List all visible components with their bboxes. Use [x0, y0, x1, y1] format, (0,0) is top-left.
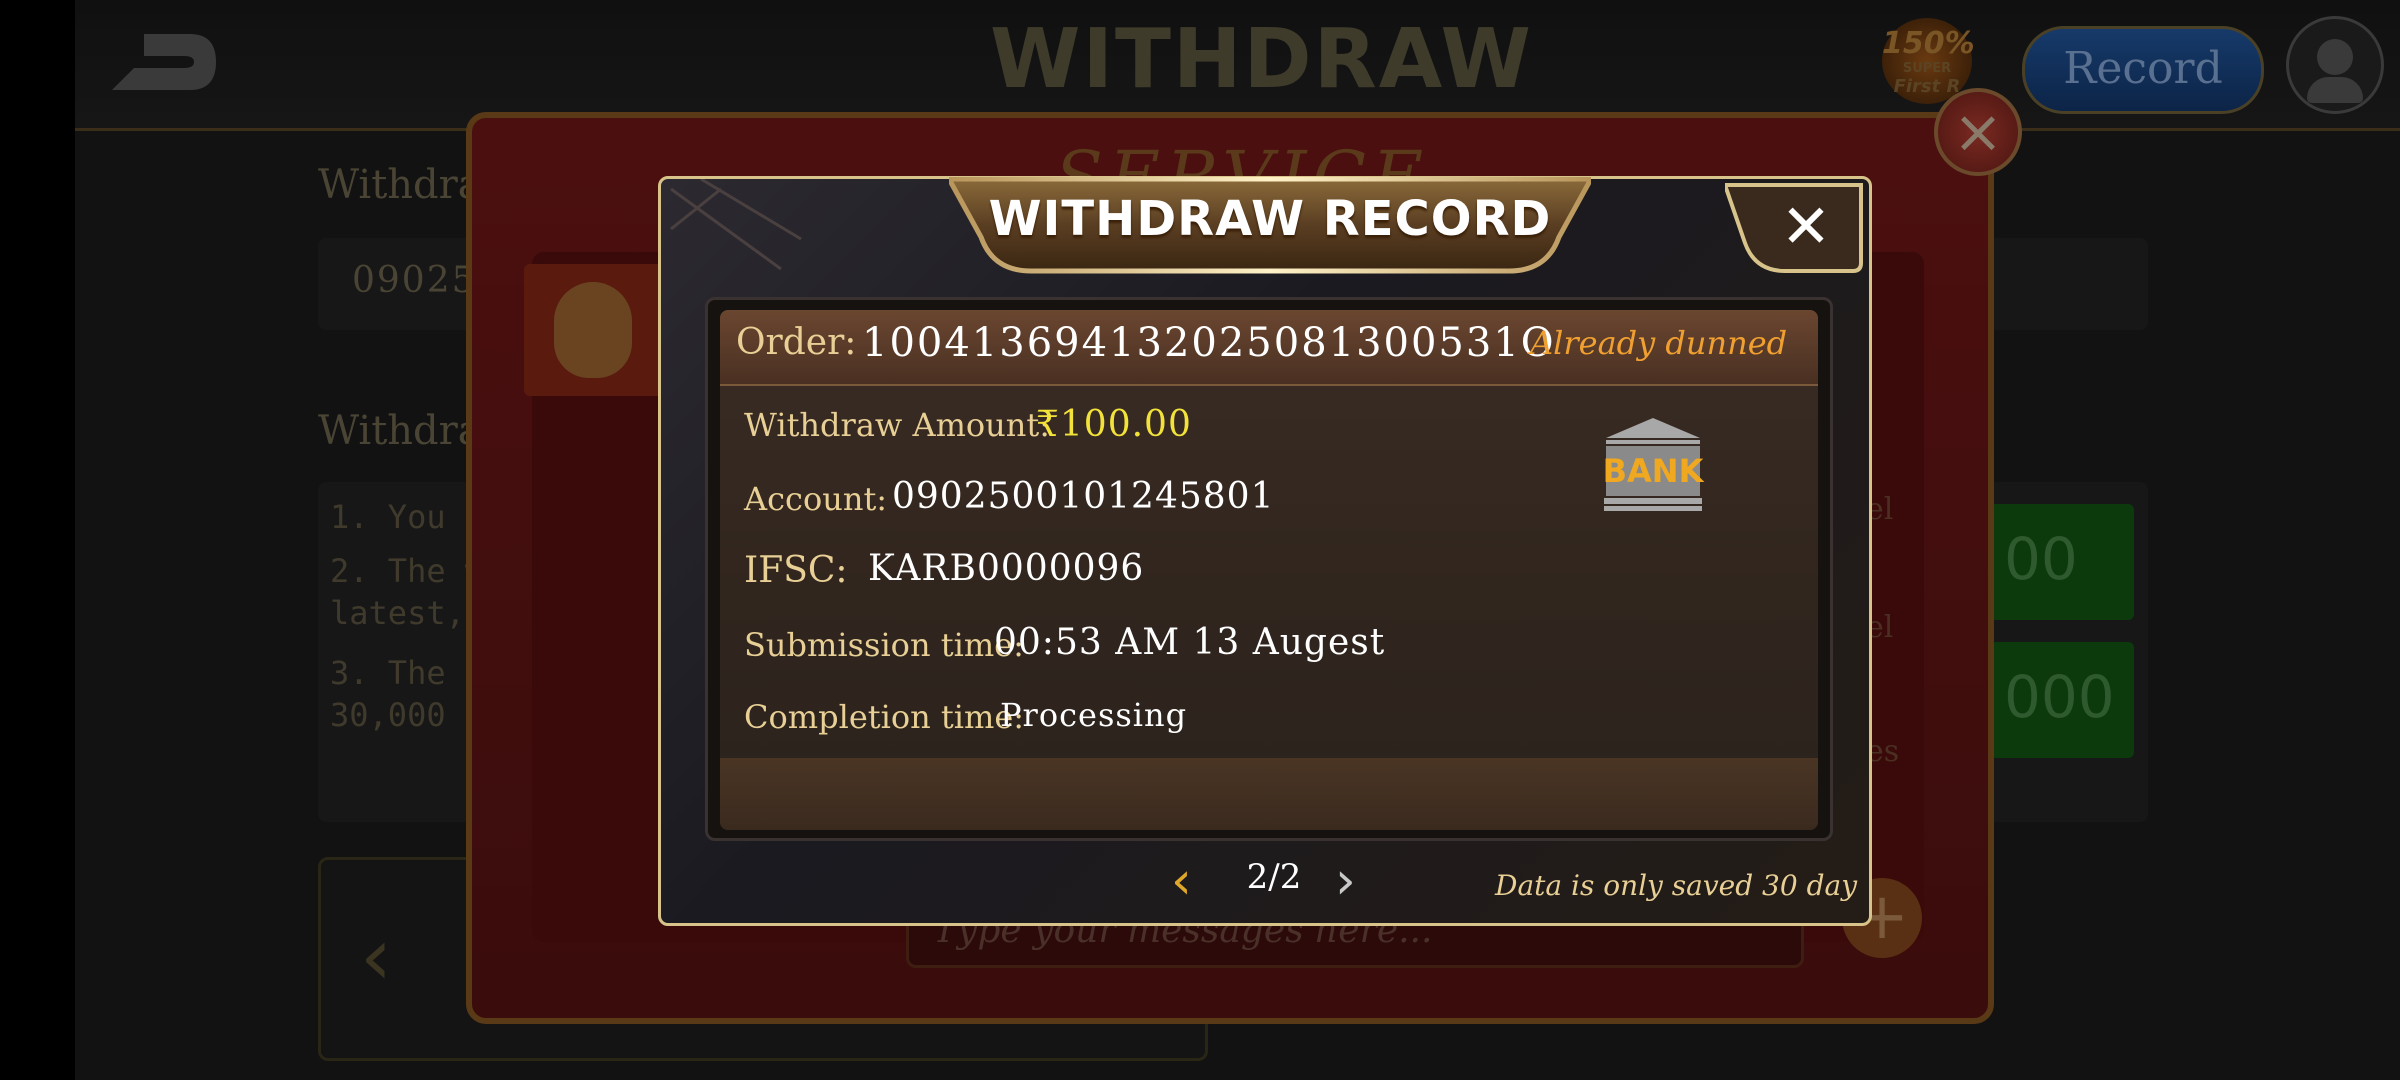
- account-partial: 09025: [352, 260, 477, 301]
- amount-option-2[interactable]: 000: [1990, 642, 2134, 758]
- account-label: Account:: [744, 480, 888, 518]
- order-label: Order:: [736, 322, 857, 363]
- order-number: 100413694132025081300531O: [862, 320, 1556, 366]
- record-frame: Order: 100413694132025081300531O Already…: [705, 297, 1833, 841]
- bank-icon: BANK: [1600, 416, 1706, 512]
- amount-label: Withdraw Amount:: [744, 406, 1051, 444]
- bonus-percent: 150%: [1882, 26, 1975, 61]
- withdraw-account-label: Withdra: [318, 162, 482, 208]
- chat-close-button[interactable]: ×: [1934, 88, 2022, 176]
- close-button[interactable]: ✕: [1725, 183, 1865, 273]
- rule-3: 3. The u: [330, 654, 485, 692]
- ifsc-value: KARB0000096: [868, 548, 1145, 589]
- rule-2: 2. The w: [330, 552, 485, 590]
- left-edge: [0, 0, 75, 1080]
- submission-value: 00:53 AM 13 Augest: [994, 622, 1386, 663]
- completion-label: Completion time:: [744, 698, 1025, 736]
- bonus-line-1: SUPER: [1902, 61, 1952, 76]
- ifsc-label: IFSC:: [744, 550, 848, 591]
- chevron-right-icon[interactable]: ›: [1335, 853, 1375, 909]
- record-button[interactable]: Record: [2022, 26, 2264, 114]
- corner-decoration: [670, 179, 802, 271]
- back-button[interactable]: [104, 28, 220, 98]
- account-value: 0902500101245801: [892, 476, 1275, 517]
- chevron-left-icon[interactable]: ‹: [1171, 853, 1211, 909]
- record-card: Order: 100413694132025081300531O Already…: [720, 310, 1818, 830]
- page-indicator: 2/2: [1246, 857, 1302, 897]
- amount-option-1[interactable]: 00: [1990, 504, 2134, 620]
- retention-note: Data is only saved 30 day: [1495, 869, 1858, 902]
- rule-3-cont: 30,000: [330, 696, 446, 734]
- bank-icon-label: BANK: [1602, 452, 1704, 490]
- record-header: Order: 100413694132025081300531O Already…: [720, 310, 1818, 386]
- chevron-left-icon[interactable]: ‹: [360, 910, 392, 1003]
- rule-1: 1. You c: [330, 498, 485, 536]
- withdraw-record-dialog: WITHDRAW RECORD ✕ Order: 100413694132025…: [658, 176, 1872, 926]
- amount-value: ₹100.00: [1036, 404, 1192, 445]
- withdraw-rules-label: Withdra: [318, 408, 482, 454]
- close-icon: ✕: [1780, 192, 1832, 262]
- record-footer: [720, 758, 1818, 830]
- dialog-title: WITHDRAW RECORD: [988, 191, 1552, 247]
- submission-label: Submission time:: [744, 626, 1024, 664]
- pagination: ‹ 2/2 ›: [1171, 847, 1391, 917]
- page-title: WITHDRAW: [990, 12, 1533, 107]
- completion-value: Processing: [1000, 696, 1188, 734]
- title-banner: WITHDRAW RECORD: [949, 177, 1591, 281]
- agent-avatar: [524, 264, 664, 396]
- customer-service-icon[interactable]: [2286, 16, 2384, 114]
- order-status: Already dunned: [1530, 324, 1788, 362]
